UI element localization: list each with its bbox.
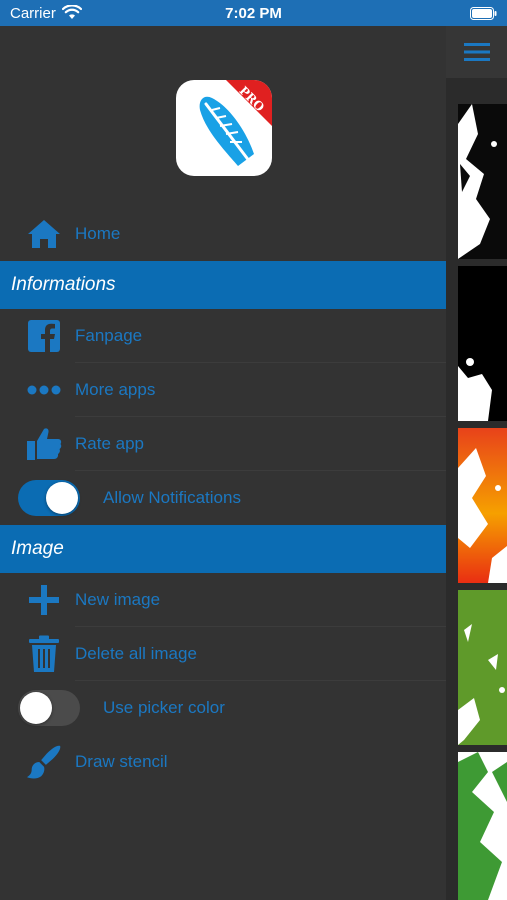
use-picker-label: Use picker color [103,698,225,717]
trash-icon [26,635,62,672]
menu-item-rate-app[interactable]: Rate app [0,417,446,471]
hamburger-icon [463,43,490,61]
section-header-image: Image [0,525,446,573]
more-dots-icon [26,374,62,406]
draw-stencil-label: Draw stencil [75,752,168,771]
menu-item-draw-stencil[interactable]: Draw stencil [0,735,446,789]
stencil-thumbnail[interactable] [458,428,507,583]
menu-item-use-picker-color: Use picker color [0,681,446,735]
app-logo: PRO [176,80,272,176]
status-time: 7:02 PM [225,5,282,22]
main-content-peek [446,26,507,900]
menu-item-allow-notifications: Allow Notifications [0,471,446,525]
menu-item-more-apps[interactable]: More apps [0,363,446,417]
home-label: Home [75,224,121,243]
menu-item-delete-all[interactable]: Delete all image [0,627,446,681]
stencil-thumbnail[interactable] [458,266,507,421]
section-header-informations: Informations [0,261,446,309]
fanpage-label: Fanpage [75,326,143,345]
hamburger-menu-button[interactable] [446,26,507,78]
battery-icon [470,7,497,25]
stencil-thumbnail[interactable] [458,104,507,259]
delete-all-label: Delete all image [75,644,197,663]
menu-item-new-image[interactable]: New image [0,573,446,627]
more-apps-label: More apps [75,380,156,399]
notifications-toggle[interactable] [18,480,80,516]
section-title: Informations [11,274,116,295]
section-title: Image [11,538,64,559]
menu-item-fanpage[interactable]: Fanpage [0,309,446,363]
status-bar: Carrier 7:02 PM [0,0,507,26]
facebook-icon [26,320,62,352]
picker-color-toggle[interactable] [18,690,80,726]
new-image-label: New image [75,590,161,609]
menu-item-home[interactable]: Home [0,207,446,261]
plus-icon [26,584,62,616]
allow-notifications-label: Allow Notifications [103,488,241,507]
thumbs-up-icon [26,428,62,460]
stencil-thumbnail[interactable] [458,752,507,900]
brush-icon [26,745,62,779]
home-icon [26,218,62,250]
rate-app-label: Rate app [75,434,144,453]
side-drawer: PRO Home Informations Fanpage More apps … [0,26,446,900]
stencil-thumbnail[interactable] [458,590,507,745]
toggle-knob [46,482,78,514]
toggle-knob [20,692,52,724]
